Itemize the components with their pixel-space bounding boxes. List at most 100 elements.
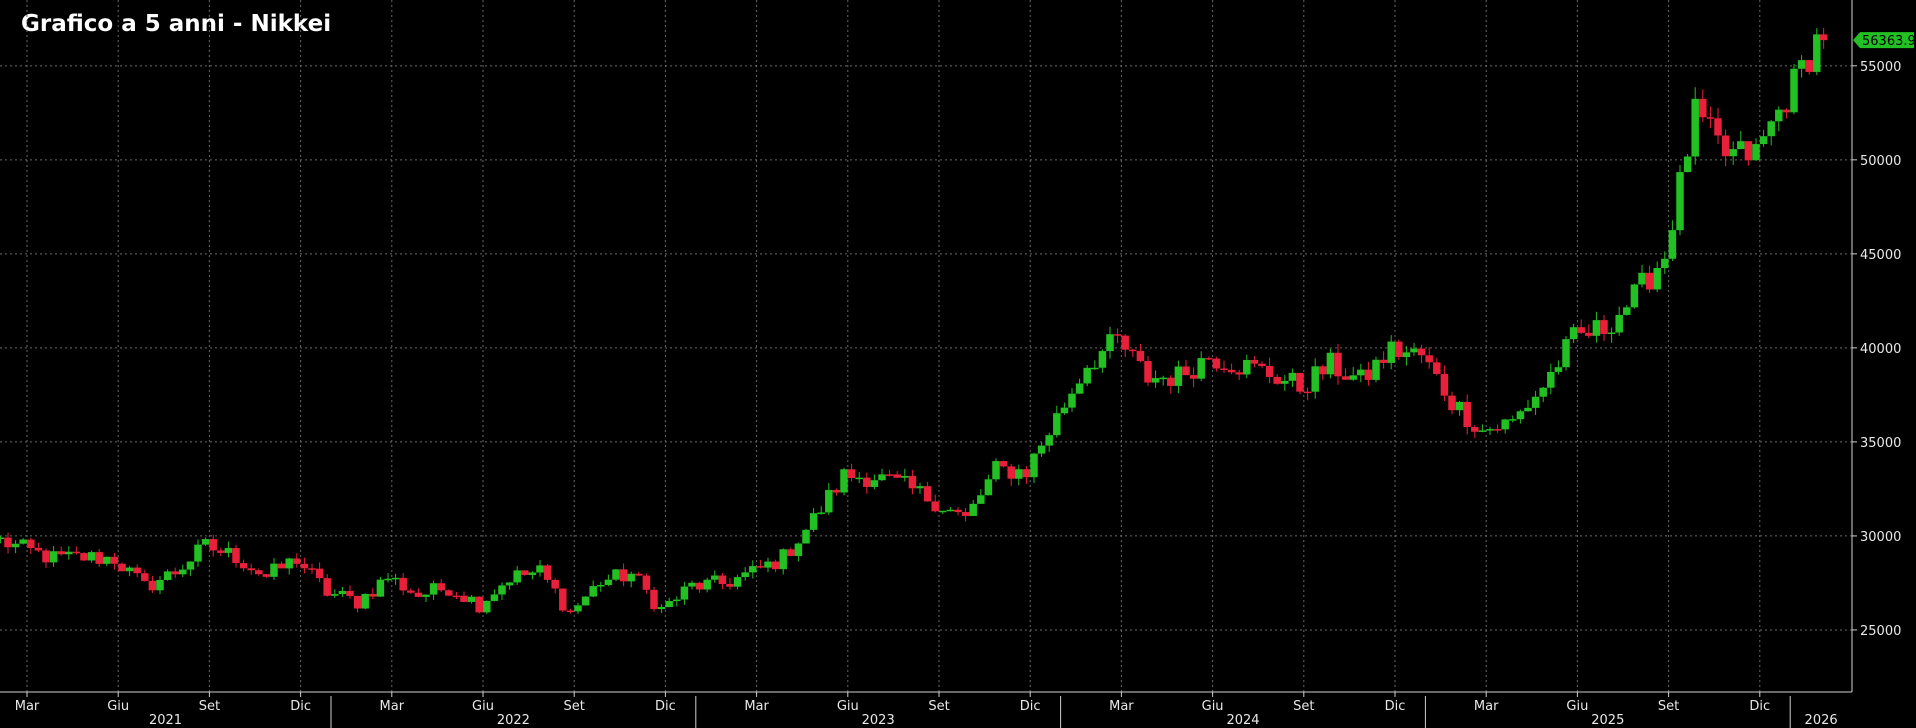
candle-body	[346, 590, 354, 596]
candle-body	[1691, 98, 1699, 157]
candle-body	[224, 548, 233, 553]
candle-body	[1683, 156, 1692, 173]
x-axis-tick-labels: Mar Giu Set Dic Mar Giu Set Dic Mar Giu Set Dic Mar G…	[15, 696, 1838, 728]
candle-body	[407, 590, 415, 593]
candle-body	[232, 548, 240, 564]
candle-body	[847, 469, 856, 479]
candle-body	[72, 551, 81, 554]
candle-body	[163, 571, 172, 580]
candle-body	[642, 575, 651, 590]
candle-body	[49, 551, 58, 563]
candle-body	[1075, 383, 1084, 394]
candle-body	[1448, 395, 1456, 411]
candle-body	[452, 595, 461, 598]
candle-body	[148, 580, 157, 591]
candle-body	[855, 477, 863, 480]
candle-body	[1212, 358, 1221, 369]
candle-body	[156, 579, 164, 591]
x-tick-label-month: Giu	[1566, 699, 1588, 714]
candle-body	[353, 595, 362, 609]
candle-body	[1471, 427, 1479, 432]
candle-body	[992, 461, 1000, 480]
candle-body	[300, 563, 309, 569]
candle-body	[1638, 272, 1646, 285]
candle-body	[1045, 435, 1053, 446]
candle-body	[673, 599, 681, 602]
candle-body	[1357, 369, 1365, 376]
candle-body	[1265, 365, 1274, 377]
y-tick-label: 45000	[1860, 248, 1901, 263]
candle-body	[1547, 371, 1555, 388]
candle-body	[1037, 445, 1046, 454]
candle-body	[1402, 352, 1411, 358]
candle-body	[825, 490, 833, 513]
candle-body	[1197, 358, 1205, 379]
candle-body	[0, 537, 5, 540]
candle-body	[201, 539, 210, 545]
candle-body	[361, 593, 369, 609]
candle-body	[1615, 314, 1623, 333]
x-tick-label-month: Dic	[1749, 699, 1770, 714]
y-tick-label: 55000	[1860, 60, 1901, 75]
x-tick-label-month: Set	[1658, 699, 1679, 714]
candle-body	[1819, 34, 1828, 41]
candle-body	[209, 539, 217, 551]
candle-body	[635, 573, 643, 576]
candle-body	[977, 495, 985, 504]
candle-body	[186, 561, 195, 570]
candle-body	[1007, 466, 1015, 479]
x-tick-label-month: Set	[1293, 699, 1314, 714]
candle-body	[1721, 135, 1730, 157]
candle-body	[1562, 339, 1570, 368]
y-tick-label: 35000	[1860, 436, 1901, 451]
candle-body	[1182, 366, 1190, 376]
x-tick-label-month: Giu	[472, 699, 494, 714]
candle-body	[1775, 109, 1783, 122]
candle-body	[1516, 411, 1525, 420]
candle-body	[141, 573, 149, 581]
x-tick-label-year: 2022	[497, 713, 530, 728]
candle-body	[650, 589, 658, 610]
candle-body	[1053, 413, 1061, 436]
candle-body	[65, 551, 73, 555]
candle-body	[429, 583, 438, 595]
candle-body	[437, 583, 445, 591]
candle-body	[1645, 272, 1654, 290]
candle-body	[604, 579, 613, 586]
nikkei-candlestick-chart: 25000 30000 35000 40000 45000 50000 55000 Mar G…	[0, 0, 1916, 728]
axes	[0, 0, 1853, 693]
candle-body	[490, 594, 499, 601]
candle-body	[1372, 359, 1380, 380]
candle-body	[57, 551, 65, 555]
candle-body	[870, 480, 879, 487]
candle-body	[657, 607, 666, 610]
x-tick-label-year: 2025	[1591, 713, 1624, 728]
candle-body	[87, 552, 96, 561]
candle-body	[1661, 258, 1669, 269]
candle-body	[718, 575, 727, 585]
candle-body	[338, 590, 347, 595]
candle-body	[133, 567, 141, 574]
candle-body	[194, 544, 202, 562]
candle-body	[1030, 453, 1038, 478]
candle-body	[1220, 368, 1228, 371]
candle-body	[612, 569, 620, 580]
candle-body	[285, 558, 293, 569]
candle-body	[1349, 375, 1357, 380]
candle-body	[733, 577, 742, 587]
x-tick-label-month: Mar	[744, 699, 769, 714]
candle-body	[1410, 348, 1418, 353]
x-tick-label-month: Mar	[1474, 699, 1499, 714]
candle-body	[1129, 349, 1137, 352]
candle-body	[1341, 376, 1350, 380]
candle-body	[1167, 377, 1175, 386]
candle-body	[1440, 373, 1449, 396]
candle-body	[665, 601, 673, 608]
candle-body	[239, 563, 248, 569]
candle-body	[566, 610, 575, 613]
candle-body	[483, 600, 491, 613]
candle-body	[923, 486, 932, 502]
candle-body	[171, 571, 179, 575]
candle-body	[1379, 359, 1388, 363]
candle-body	[521, 570, 529, 575]
